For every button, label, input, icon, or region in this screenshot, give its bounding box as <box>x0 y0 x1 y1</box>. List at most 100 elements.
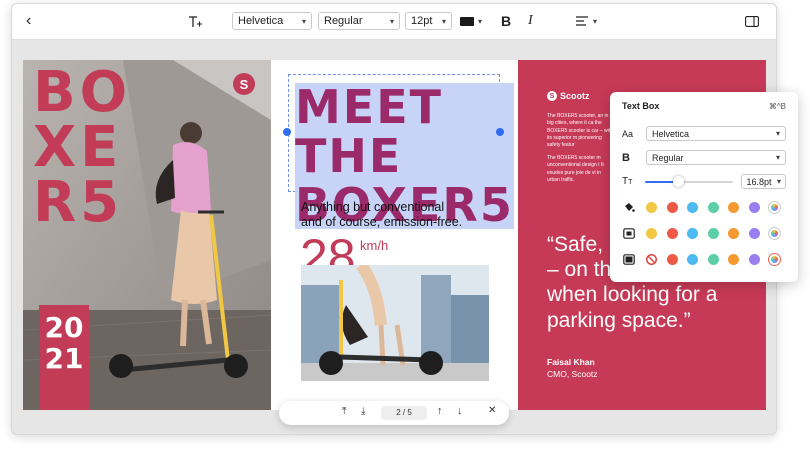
page-navigator: ⤒ ⤓ 2 / 5 ↑ ↓ ✕ <box>279 401 509 425</box>
subtitle-line: Anything but conventional <box>301 200 445 214</box>
year-line: 20 <box>44 311 84 344</box>
fill-swatch[interactable] <box>687 202 698 213</box>
quote-author: Faisal Khan <box>547 357 595 367</box>
bold-icon[interactable]: B <box>501 12 511 30</box>
stroke-swatch[interactable] <box>748 228 760 239</box>
cover-title-line: R5 <box>33 169 124 235</box>
shadow-custom-color-picker[interactable] <box>769 254 780 265</box>
speed-unit: km/h <box>360 238 389 253</box>
chevron-down-icon: ▾ <box>301 16 306 26</box>
no-color-icon[interactable] <box>646 254 657 265</box>
previous-page-icon[interactable]: ↑ <box>437 405 443 417</box>
scootz-logo-badge: S <box>233 73 255 95</box>
brand-logo: S Scootz <box>547 91 590 101</box>
font-family-value: Helvetica <box>238 15 284 27</box>
shadow-swatch[interactable] <box>728 254 739 265</box>
headline-line: MEET THE <box>295 83 514 181</box>
align-left-icon <box>576 16 588 26</box>
fill-color-row <box>646 202 780 213</box>
font-size-value: 12pt <box>411 15 433 27</box>
brand-badge-icon: S <box>547 91 557 101</box>
chevron-down-icon: ▾ <box>775 153 780 162</box>
resize-handle-left[interactable] <box>283 128 291 136</box>
font-weight-label: B <box>622 151 630 164</box>
page-indicator[interactable]: 2 / 5 <box>381 406 427 420</box>
panel-shortcut: ⌘^B <box>768 101 786 111</box>
cover-title: BO XE R5 <box>33 60 132 235</box>
quote-author-title: CMO, Scootz <box>547 369 598 379</box>
page-cover[interactable]: BO XE R5 S 20 21 <box>23 60 271 410</box>
font-style-select[interactable]: Regular ▾ <box>318 12 400 30</box>
body-paragraph-2: The BOXER5 scooter m unconventional desi… <box>547 155 604 183</box>
stroke-swatch[interactable] <box>728 228 739 239</box>
text-color-select[interactable]: ▾ <box>460 12 490 30</box>
chevron-down-icon: ▾ <box>593 16 598 26</box>
add-text-icon[interactable] <box>188 12 204 30</box>
fill-bucket-icon <box>623 202 635 215</box>
first-page-icon[interactable]: ⤒ <box>342 406 346 417</box>
fill-custom-color-picker[interactable] <box>769 202 780 213</box>
shadow-swatch[interactable] <box>707 254 719 265</box>
stroke-swatch[interactable] <box>707 228 719 239</box>
next-page-icon[interactable]: ↓ <box>457 405 463 417</box>
panel-font-family-value: Helvetica <box>652 128 690 139</box>
align-menu[interactable]: ▾ <box>576 12 597 30</box>
fill-swatch[interactable] <box>666 202 678 213</box>
font-size-field[interactable]: 16.8pt ▾ <box>741 174 786 189</box>
fill-swatch[interactable] <box>748 202 760 213</box>
fill-swatch[interactable] <box>646 202 657 213</box>
chevron-down-icon: ▾ <box>389 16 394 26</box>
body-paragraph-1: The BOXER5 scooter, an in big cities, wh… <box>547 113 613 148</box>
close-icon[interactable]: ✕ <box>488 405 496 416</box>
chevron-down-icon: ▾ <box>776 177 781 186</box>
panel-title: Text Box <box>622 101 660 111</box>
font-size-icon: TT <box>622 176 633 187</box>
font-size-select[interactable]: 12pt ▾ <box>405 12 452 30</box>
quote-line: when looking for a <box>547 283 718 307</box>
last-page-icon[interactable]: ⤓ <box>361 406 365 417</box>
chevron-down-icon: ▾ <box>478 16 483 26</box>
stroke-swatch[interactable] <box>687 228 698 239</box>
headline-text-box[interactable]: MEET THE BOXER5 <box>288 74 514 230</box>
stroke-icon <box>623 228 635 241</box>
stroke-swatch[interactable] <box>646 228 657 239</box>
back-chevron-icon[interactable]: ‹ <box>26 12 31 30</box>
quote-line: parking space.” <box>547 308 691 332</box>
shadow-swatch[interactable] <box>666 254 678 265</box>
brand-name: Scootz <box>560 91 590 101</box>
panel-font-family-select[interactable]: Helvetica ▾ <box>646 126 786 141</box>
slider-thumb[interactable] <box>673 175 685 187</box>
logo-letter: S <box>239 76 249 92</box>
shadow-color-row <box>646 254 780 265</box>
year-line: 21 <box>44 341 84 375</box>
sidebar-toggle-icon[interactable] <box>745 12 759 30</box>
font-style-value: Regular <box>324 15 363 27</box>
chevron-down-icon: ▾ <box>775 129 780 138</box>
cover-title-line: BO <box>33 60 132 125</box>
font-family-label: Aa <box>622 128 634 139</box>
subtitle: Anything but conventional and of course,… <box>301 200 462 230</box>
year-block: 20 21 <box>39 305 89 410</box>
font-size-field-value: 16.8pt <box>746 176 772 187</box>
font-size-slider[interactable] <box>645 175 734 189</box>
fill-swatch[interactable] <box>707 202 719 213</box>
italic-icon[interactable]: I <box>528 12 533 30</box>
shadow-icon <box>623 254 635 267</box>
text-box-panel: Text Box ⌘^B Aa Helvetica ▾ B Regular ▾ TT… <box>610 92 798 282</box>
fill-swatch[interactable] <box>728 202 739 213</box>
font-family-select[interactable]: Helvetica ▾ <box>232 12 312 30</box>
panel-font-weight-value: Regular <box>652 152 684 163</box>
text-color-swatch <box>460 16 474 26</box>
shadow-swatch[interactable] <box>687 254 698 265</box>
cover-title-line: XE <box>33 114 123 180</box>
stroke-swatch[interactable] <box>666 228 678 239</box>
panel-font-weight-select[interactable]: Regular ▾ <box>646 150 786 165</box>
top-toolbar: ‹ Helvetica ▾ Regular ▾ 12pt ▾ ▾ B I ▾ <box>12 4 776 40</box>
resize-handle-right[interactable] <box>496 128 504 136</box>
stroke-color-row <box>646 228 780 239</box>
page-headline[interactable]: MEET THE BOXER5 Anything but conventiona… <box>271 60 518 410</box>
stroke-custom-color-picker[interactable] <box>769 228 780 239</box>
shadow-swatch[interactable] <box>748 254 760 265</box>
subtitle-line: and of course, emission-free. <box>301 215 463 229</box>
scooter-photo <box>301 265 489 381</box>
